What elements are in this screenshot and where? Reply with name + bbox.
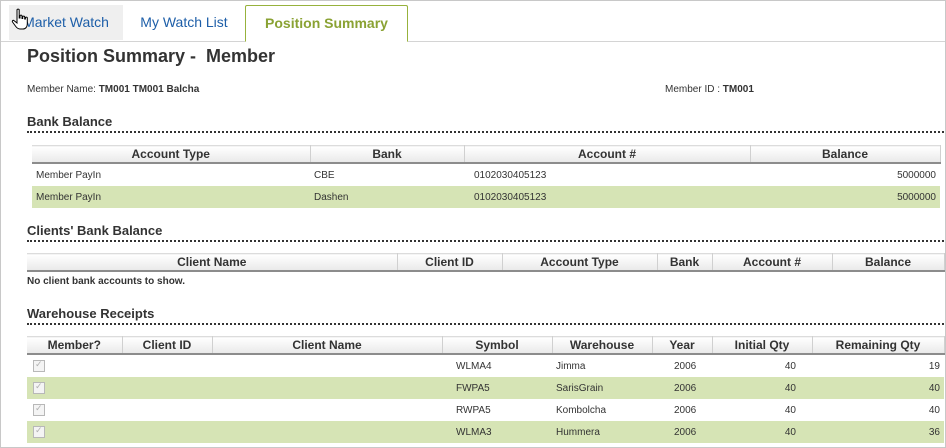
cell-initial-qty: 40 xyxy=(784,360,796,372)
clients-bank-balance-table: Client Name Client ID Account Type Bank … xyxy=(27,253,945,272)
member-id-label: Member ID : xyxy=(665,84,721,95)
cell-client-name xyxy=(212,421,442,443)
cell-remaining-qty: 40 xyxy=(812,377,944,399)
cell-year: 2006 xyxy=(652,377,712,399)
bank-balance-table: Account Type Bank Account # Balance Memb… xyxy=(32,145,941,208)
bank-balance-title: Bank Balance xyxy=(27,114,944,133)
column-header[interactable]: Account Type xyxy=(502,253,658,272)
cell-client-name xyxy=(212,399,442,421)
cell-bank: Dashen xyxy=(310,186,464,208)
clients-bank-balance-title: Clients' Bank Balance xyxy=(27,223,944,242)
column-header[interactable]: Initial Qty xyxy=(712,336,813,355)
cell-year: 2006 xyxy=(674,404,697,416)
column-header[interactable]: Bank xyxy=(310,145,465,164)
cell-initial-qty: 40 xyxy=(784,404,796,416)
cell-account-number: 0102030405123 xyxy=(474,169,547,181)
member-name-value: TM001 TM001 Balcha xyxy=(98,84,200,95)
table-row[interactable]: FWPA5 SarisGrain 2006 40 40 xyxy=(27,377,944,399)
table-row[interactable]: WLMA4 Jimma 2006 40 19 xyxy=(27,354,944,377)
column-header[interactable]: Balance xyxy=(750,145,941,164)
cell-initial-qty: 40 xyxy=(712,421,812,443)
cell-remaining-qty: 36 xyxy=(812,421,944,443)
column-header[interactable]: Balance xyxy=(832,253,945,272)
cell-client-name xyxy=(212,377,442,399)
cell-client-id xyxy=(122,399,212,421)
cell-account-type: Member PayIn xyxy=(36,169,102,181)
member-name-label: Member Name: xyxy=(27,84,96,95)
cell-warehouse: Hummera xyxy=(552,421,652,443)
member-id-value: TM001 xyxy=(722,84,754,95)
warehouse-receipts-title: Warehouse Receipts xyxy=(27,306,944,325)
column-header[interactable]: Member? xyxy=(27,336,123,355)
cell-symbol: WLMA3 xyxy=(442,421,552,443)
table-row[interactable]: RWPA5 Kombolcha 2006 40 40 xyxy=(27,399,944,421)
column-header[interactable]: Remaining Qty xyxy=(812,336,945,355)
cell-account-type: Member PayIn xyxy=(32,186,310,208)
page-title: Position Summary - Member xyxy=(27,46,276,66)
member-id: Member ID : TM001 xyxy=(665,84,754,95)
cell-client-id xyxy=(122,421,212,443)
cell-bank: CBE xyxy=(314,169,335,181)
cell-symbol: FWPA5 xyxy=(442,377,552,399)
column-header[interactable]: Bank xyxy=(657,253,713,272)
tab-position-summary[interactable]: Position Summary xyxy=(245,5,408,42)
table-row[interactable]: Member PayIn CBE 0102030405123 5000000 xyxy=(32,163,940,186)
column-header[interactable]: Year xyxy=(652,336,713,355)
table-row[interactable]: Member PayIn Dashen 0102030405123 500000… xyxy=(32,186,940,208)
member-checkbox[interactable] xyxy=(33,403,45,416)
tab-my-watch-list[interactable]: My Watch List xyxy=(127,5,241,40)
position-summary-window: Market Watch My Watch List Position Summ… xyxy=(0,0,946,448)
cell-warehouse: Jimma xyxy=(556,360,586,372)
column-header[interactable]: Account Type xyxy=(32,145,311,164)
cell-warehouse: Kombolcha xyxy=(556,404,607,416)
column-header[interactable]: Symbol xyxy=(442,336,553,355)
column-header[interactable]: Account # xyxy=(464,145,751,164)
cell-client-name xyxy=(212,354,442,377)
hand-cursor-icon xyxy=(11,8,28,30)
cell-balance: 5000000 xyxy=(750,186,940,208)
cell-account-number: 0102030405123 xyxy=(464,186,750,208)
cell-initial-qty: 40 xyxy=(712,377,812,399)
empty-clients-message: No client bank accounts to show. xyxy=(27,276,185,287)
member-checkbox[interactable] xyxy=(33,425,45,438)
member-name: Member Name: TM001 TM001 Balcha xyxy=(27,84,199,95)
warehouse-receipts-table: Member? Client ID Client Name Symbol War… xyxy=(27,336,945,443)
column-header[interactable]: Account # xyxy=(712,253,833,272)
cell-remaining-qty: 19 xyxy=(928,360,940,372)
cell-symbol: WLMA4 xyxy=(456,360,492,372)
column-header[interactable]: Client Name xyxy=(212,336,443,355)
tab-bar: Market Watch My Watch List Position Summ… xyxy=(1,1,945,42)
column-header[interactable]: Client Name xyxy=(27,253,398,272)
cell-client-id xyxy=(122,377,212,399)
member-checkbox[interactable] xyxy=(33,381,45,394)
column-header[interactable]: Warehouse xyxy=(552,336,653,355)
table-row[interactable]: WLMA3 Hummera 2006 40 36 xyxy=(27,421,944,443)
cell-warehouse: SarisGrain xyxy=(552,377,652,399)
cell-balance: 5000000 xyxy=(897,169,936,181)
cell-year: 2006 xyxy=(674,360,697,372)
member-checkbox[interactable] xyxy=(33,359,45,372)
column-header[interactable]: Client ID xyxy=(397,253,503,272)
cell-client-id xyxy=(122,354,212,377)
cell-remaining-qty: 40 xyxy=(928,404,940,416)
column-header[interactable]: Client ID xyxy=(122,336,213,355)
cell-symbol: RWPA5 xyxy=(456,404,491,416)
cell-year: 2006 xyxy=(652,421,712,443)
